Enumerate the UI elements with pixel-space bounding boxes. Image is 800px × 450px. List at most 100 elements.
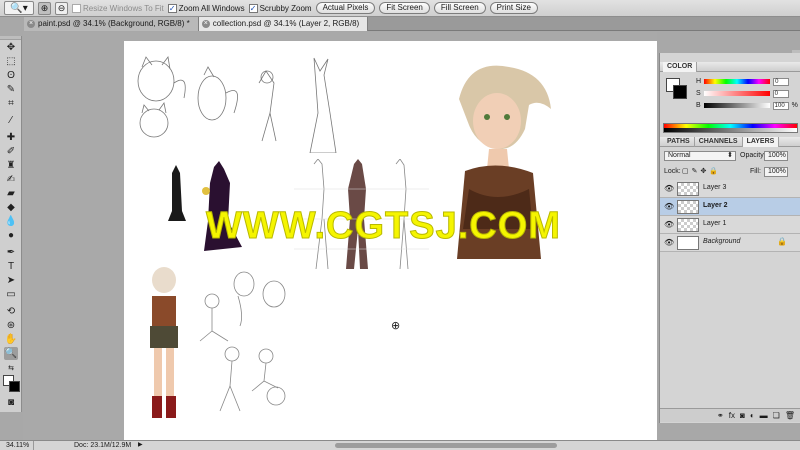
brightness-value[interactable]: 100 (772, 101, 789, 110)
tab-paths[interactable]: PATHS (663, 137, 695, 147)
lasso-tool-icon[interactable]: ʘ (4, 69, 18, 82)
checkmark-icon: ✓ (167, 3, 177, 13)
new-layer-icon[interactable]: ❏ (773, 411, 780, 420)
lock-options-icons[interactable]: ▢✎✥🔒 (682, 167, 721, 177)
saturation-label: S (696, 90, 701, 97)
blend-mode-value: Normal (668, 152, 691, 159)
layer-thumbnail (677, 200, 699, 214)
tab-collection[interactable]: × collection.psd @ 34.1% (Layer 2, RGB/8) (198, 17, 369, 31)
hue-value[interactable]: 0 (773, 77, 790, 86)
fit-screen-button[interactable]: Fit Screen (379, 2, 430, 14)
tool-preset-picker[interactable]: 🔍▾ (4, 1, 34, 15)
close-icon[interactable]: × (201, 20, 210, 28)
chevron-down-icon: ⬍ (727, 152, 733, 159)
crop-tool-icon[interactable]: ⌗ (4, 97, 18, 110)
lock-icon: 🔒 (777, 237, 787, 246)
layer-row[interactable]: 👁 Layer 3 (660, 180, 800, 198)
status-menu-arrow-icon[interactable]: ▶ (138, 441, 143, 450)
layers-panel-header: PATHS CHANNELS LAYERS (660, 137, 800, 147)
hue-slider-row: H 0 (696, 77, 790, 86)
layer-name: Layer 1 (703, 220, 727, 227)
scrubby-zoom-checkbox[interactable]: ✓ Scrubby Zoom (248, 3, 312, 13)
opacity-input[interactable]: 100% (764, 151, 788, 161)
color-panel-tab[interactable]: COLOR (663, 62, 698, 72)
canvas[interactable]: WWW.CGTSJ.COM ⊕ (124, 41, 657, 440)
zoom-all-windows-label: Zoom All Windows (178, 3, 245, 13)
hue-label: H (696, 78, 702, 85)
layer-row-background[interactable]: 👁 Background 🔒 (660, 234, 800, 252)
saturation-value[interactable]: 0 (772, 89, 789, 98)
layer-name: Layer 2 (703, 202, 728, 209)
zoom-in-button[interactable]: ⊕ (38, 1, 51, 15)
fill-input[interactable]: 100% (764, 167, 788, 177)
resize-windows-checkbox[interactable]: Resize Windows To Fit (72, 3, 164, 13)
adjustment-layer-icon[interactable]: ◐ (750, 411, 755, 420)
move-tool-icon[interactable]: ✥ (4, 41, 18, 54)
eye-icon[interactable]: 👁 (664, 220, 674, 229)
zoom-level[interactable]: 34.11% (0, 441, 34, 450)
sketch-poses (199, 271, 286, 412)
tab-paint[interactable]: × paint.psd @ 34.1% (Background, RGB/8) * (24, 17, 199, 31)
type-tool-icon[interactable]: T (4, 260, 18, 273)
close-icon[interactable]: × (27, 20, 35, 28)
zoom-tool-icon[interactable]: 🔍 (4, 347, 18, 360)
blend-mode-select[interactable]: Normal ⬍ (664, 151, 736, 161)
new-group-icon[interactable]: ▬ (760, 411, 768, 420)
color-panel-header[interactable]: COLOR (660, 62, 800, 72)
status-bar: 34.11% Doc: 23.1M/12.9M ▶ (0, 440, 800, 450)
paint-bucket-tool-icon[interactable]: ◆ (4, 201, 18, 214)
eye-icon[interactable]: 👁 (664, 202, 674, 211)
zoom-cursor-icon: ⊕ (391, 320, 401, 332)
toolbox: ✥ ⬚ ʘ ✎ ⌗ ⁄ ✚ ✐ ♜ ✍ ▰ ◆ 💧 ● ✒ T ➤ ▭ ⟲ ⊛ … (0, 36, 22, 412)
fill-screen-button[interactable]: Fill Screen (433, 2, 486, 14)
tab-channels[interactable]: CHANNELS (695, 137, 743, 147)
marquee-tool-icon[interactable]: ⬚ (4, 55, 18, 68)
trash-icon[interactable]: 🗑 (785, 411, 795, 420)
color-spectrum-ramp[interactable] (663, 123, 798, 133)
fx-icon[interactable]: fx (729, 411, 735, 420)
hand-tool-icon[interactable]: ✋ (4, 333, 18, 346)
3d-rotate-tool-icon[interactable]: ⟲ (4, 305, 18, 318)
healing-brush-tool-icon[interactable]: ✚ (4, 131, 18, 144)
3d-orbit-tool-icon[interactable]: ⊛ (4, 319, 18, 332)
sketch-cats (137, 56, 337, 153)
brightness-slider[interactable] (703, 103, 770, 108)
document-area: WWW.CGTSJ.COM ⊕ (23, 32, 657, 440)
layer-row-selected[interactable]: 👁 Layer 2 (660, 198, 800, 216)
dodge-tool-icon[interactable]: ● (4, 229, 18, 242)
zoom-out-button[interactable]: ⊖ (55, 1, 68, 15)
swap-colors-icon[interactable]: ⇆ (4, 362, 18, 375)
eye-icon[interactable]: 👁 (664, 238, 674, 247)
saturation-slider[interactable] (703, 91, 770, 96)
document-size[interactable]: Doc: 23.1M/12.9M (34, 441, 154, 450)
eye-icon[interactable]: 👁 (664, 184, 674, 193)
horizontal-scrollbar[interactable] (335, 443, 557, 448)
history-brush-tool-icon[interactable]: ✍ (4, 173, 18, 186)
background-color-swatch[interactable] (9, 381, 20, 392)
blur-tool-icon[interactable]: 💧 (4, 215, 18, 228)
layer-row[interactable]: 👁 Layer 1 (660, 216, 800, 234)
path-selection-tool-icon[interactable]: ➤ (4, 274, 18, 287)
pen-tool-icon[interactable]: ✒ (4, 246, 18, 259)
eyedropper-tool-icon[interactable]: ⁄ (4, 114, 18, 127)
hue-slider[interactable] (704, 79, 771, 84)
print-size-button[interactable]: Print Size (489, 2, 538, 14)
actual-pixels-button[interactable]: Actual Pixels (315, 2, 376, 14)
toolbox-grip[interactable] (0, 36, 21, 40)
color-background-swatch[interactable] (673, 85, 687, 99)
tab-layers[interactable]: LAYERS (742, 137, 780, 147)
painting-figure (150, 267, 178, 418)
layer-mask-icon[interactable]: ◙ (740, 411, 745, 420)
brush-tool-icon[interactable]: ✐ (4, 145, 18, 158)
photoshop-window: 🔍▾ ⊕ ⊖ Resize Windows To Fit ✓ Zoom All W… (0, 0, 800, 450)
link-layers-icon[interactable]: ⚭ (717, 411, 724, 420)
layer-thumbnail (677, 218, 699, 232)
quick-mask-icon[interactable]: ◙ (4, 396, 18, 409)
eraser-tool-icon[interactable]: ▰ (4, 187, 18, 200)
layer-name: Background (703, 238, 741, 245)
shape-tool-icon[interactable]: ▭ (4, 288, 18, 301)
quick-selection-tool-icon[interactable]: ✎ (4, 83, 18, 96)
zoom-all-windows-checkbox[interactable]: ✓ Zoom All Windows (167, 3, 245, 13)
checkmark-icon: ✓ (248, 3, 258, 13)
clone-stamp-tool-icon[interactable]: ♜ (4, 159, 18, 172)
